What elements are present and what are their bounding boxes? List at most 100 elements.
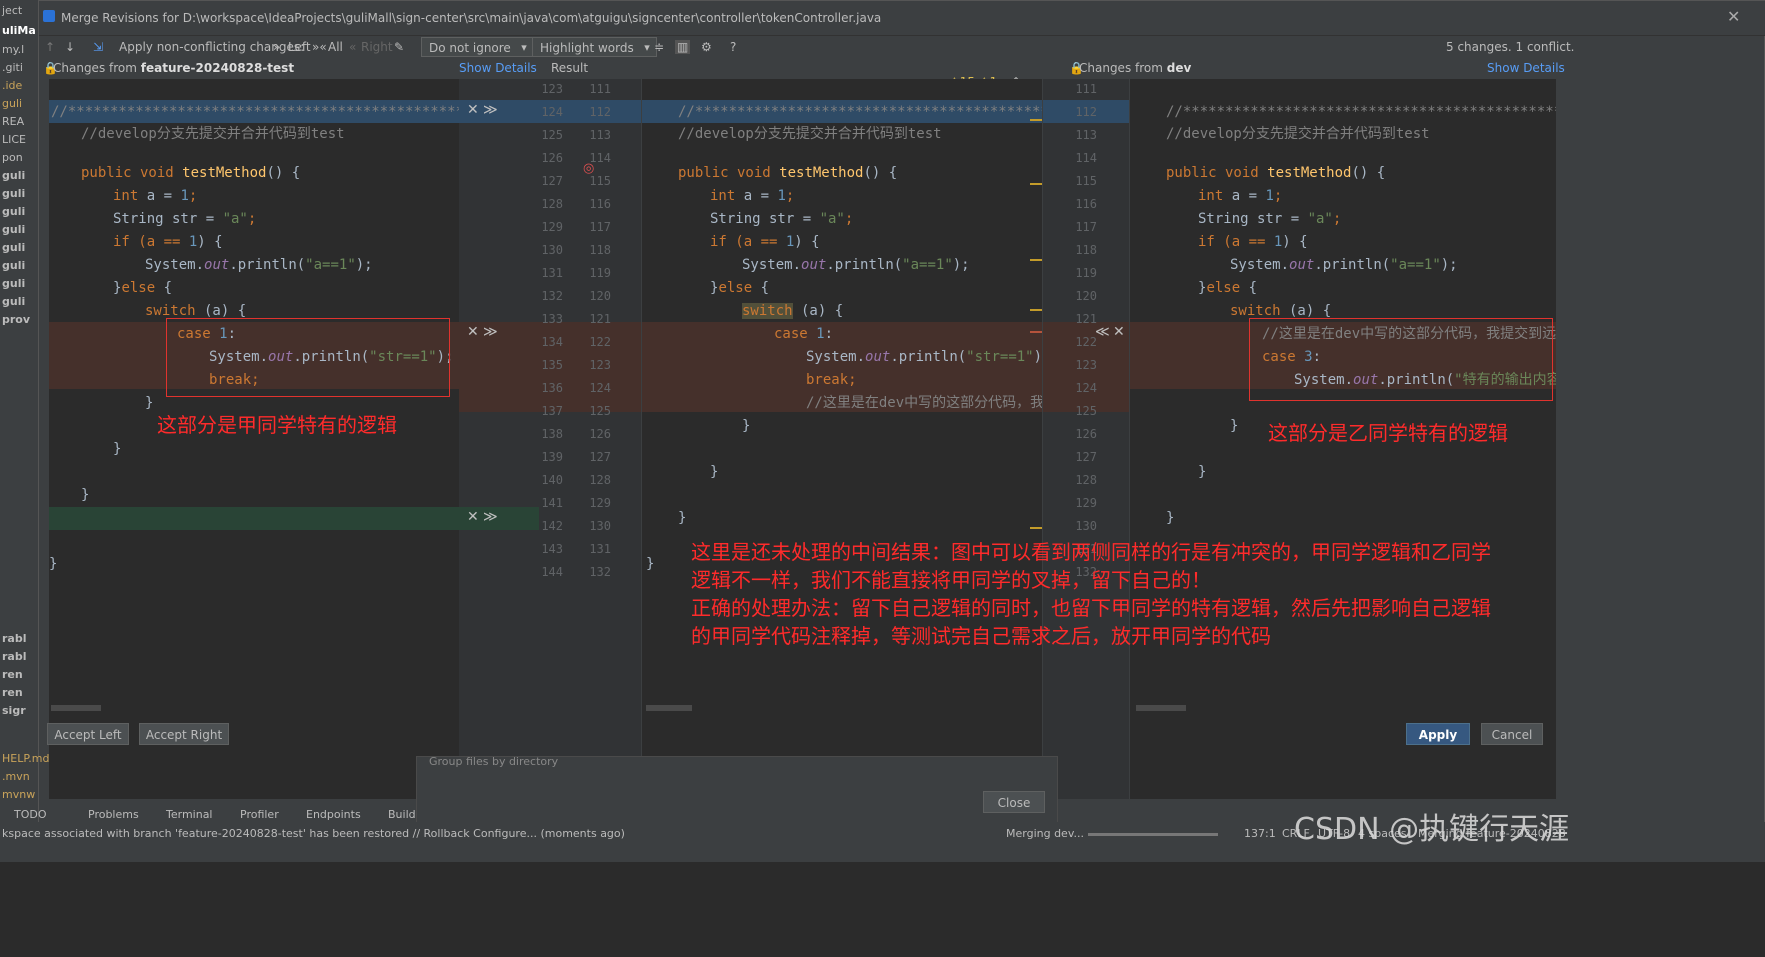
left-editor-pane[interactable]: //**************************************… <box>49 79 459 799</box>
project-tree-item[interactable]: .mvn <box>2 770 30 783</box>
code-semicolon: ; <box>247 211 257 227</box>
close-icon[interactable]: ✕ <box>1727 7 1740 26</box>
discard-change-icon[interactable]: ✕ <box>1113 324 1125 340</box>
line-number: 112 <box>589 105 611 119</box>
result-editor-pane[interactable]: //**************************************… <box>642 79 1042 799</box>
project-tree-item[interactable]: rabl <box>2 650 27 663</box>
code-keyword: int <box>113 188 139 204</box>
code-text: if (a == <box>1198 234 1274 250</box>
tool-tab-problems[interactable]: Problems <box>88 808 139 821</box>
collapse-unchanged-icon[interactable]: ≑ <box>654 40 664 54</box>
project-tree-item[interactable]: ren <box>2 686 23 699</box>
accept-change-icon[interactable]: ≪ <box>1095 324 1110 340</box>
project-tree-item[interactable]: guli <box>2 223 25 236</box>
apply-left-button[interactable]: Left <box>288 40 311 54</box>
group-files-checkbox[interactable]: Group files by directory <box>429 755 558 768</box>
change-marker <box>1030 183 1042 185</box>
project-tree-item[interactable]: ject <box>2 4 22 17</box>
code-semicolon: ; <box>844 211 854 227</box>
ignore-whitespace-select[interactable]: Do not ignore <box>421 37 534 58</box>
horizontal-scrollbar[interactable] <box>1136 705 1186 711</box>
arrow-down-icon[interactable]: ↓ <box>65 40 75 54</box>
highlight-words-select[interactable]: Highlight words <box>532 37 657 58</box>
arrow-up-icon[interactable]: ↑ <box>45 40 55 54</box>
code-keyword: switch <box>145 303 196 319</box>
accept-change-icon[interactable]: ≫ <box>483 509 498 525</box>
apply-all-icon[interactable]: »« <box>312 40 327 54</box>
code-semicolon: ; <box>1332 211 1342 227</box>
line-number: 128 <box>589 473 611 487</box>
caret-position[interactable]: 137:1 <box>1244 827 1276 840</box>
tool-tab-todo[interactable]: TODO <box>14 808 47 821</box>
discard-change-icon[interactable]: ✕ <box>467 324 479 340</box>
project-tree-item[interactable]: rabl <box>2 632 27 645</box>
project-tree-item[interactable]: LICE <box>2 133 26 146</box>
project-tree-item[interactable]: guli <box>2 241 25 254</box>
code-text: a = <box>735 188 778 204</box>
side-by-side-icon[interactable]: ▥ <box>675 40 691 54</box>
apply-right-button[interactable]: Right <box>361 40 393 54</box>
horizontal-scrollbar[interactable] <box>51 705 101 711</box>
apply-left-icon[interactable]: » <box>273 40 280 54</box>
left-pane-prefix: Changes from <box>53 61 141 75</box>
horizontal-scrollbar[interactable] <box>646 705 692 711</box>
apply-button[interactable]: Apply <box>1406 723 1470 745</box>
accept-change-icon[interactable]: ≫ <box>483 324 498 340</box>
project-tree-item[interactable]: prov <box>2 313 30 326</box>
project-tree-item[interactable]: mvnw <box>2 788 35 801</box>
accept-right-button[interactable]: Accept Right <box>139 723 229 745</box>
left-branch-name: feature-20240828-test <box>140 61 295 75</box>
project-tree-item[interactable]: sigr <box>2 704 26 717</box>
line-number: 129 <box>541 220 563 234</box>
discard-change-icon[interactable]: ✕ <box>467 102 479 118</box>
apply-all-button[interactable]: All <box>328 40 343 54</box>
magic-wand-icon[interactable]: ✎ <box>394 40 404 54</box>
right-editor-pane[interactable]: //**************************************… <box>1130 79 1556 799</box>
gear-icon[interactable]: ⚙ <box>701 40 712 54</box>
line-number: 122 <box>1075 335 1097 349</box>
project-tree-item[interactable]: guli <box>2 205 25 218</box>
close-button[interactable]: Close <box>983 791 1045 813</box>
project-tree-item[interactable]: REA <box>2 115 24 128</box>
change-marker <box>1030 259 1042 261</box>
tool-tab-profiler[interactable]: Profiler <box>240 808 279 821</box>
magic-resolve-icon[interactable]: ⇲ <box>93 40 103 54</box>
code-string: "a==1" <box>902 257 953 273</box>
code-semicolon: ; <box>848 372 857 388</box>
project-tree-item[interactable]: .giti <box>2 61 23 74</box>
bottom-area <box>0 862 1765 957</box>
accept-change-icon[interactable]: ≫ <box>483 102 498 118</box>
pane-headers: 🔒 Changes from feature-20240828-test Sho… <box>39 59 1765 89</box>
show-details-left-link[interactable]: Show Details <box>459 61 537 75</box>
line-number: 113 <box>1075 128 1097 142</box>
line-number: 132 <box>541 289 563 303</box>
project-tree-item[interactable]: guli <box>2 277 25 290</box>
code-text: () { <box>266 165 301 181</box>
code-string: "a" <box>819 211 845 227</box>
tool-tab-endpoints[interactable]: Endpoints <box>306 808 361 821</box>
project-tree-item[interactable]: guli <box>2 97 22 110</box>
project-tree-item[interactable]: guli <box>2 259 25 272</box>
tool-tab-terminal[interactable]: Terminal <box>166 808 213 821</box>
line-number: 123 <box>589 358 611 372</box>
project-tree-item[interactable]: uliMa <box>2 24 36 37</box>
intellij-logo-icon <box>43 10 55 22</box>
apply-right-icon[interactable]: « <box>349 40 356 54</box>
tool-tab-build[interactable]: Build <box>388 808 416 821</box>
project-tree-item[interactable]: pon <box>2 151 23 164</box>
code-comment: //这里是在dev中写的这部分代码，我提 <box>806 395 1042 411</box>
project-tree-item[interactable]: guli <box>2 187 25 200</box>
cancel-button[interactable]: Cancel <box>1481 723 1543 745</box>
project-tree-item[interactable]: guli <box>2 169 25 182</box>
project-tree-item[interactable]: guli <box>2 295 25 308</box>
project-tree-item[interactable]: my.l <box>2 43 24 56</box>
show-details-right-link[interactable]: Show Details <box>1487 61 1565 75</box>
accept-left-button[interactable]: Accept Left <box>47 723 129 745</box>
project-tree-item[interactable]: .ide <box>2 79 22 92</box>
project-tree-item[interactable]: ren <box>2 668 23 681</box>
code-semicolon: ; <box>1273 188 1283 204</box>
line-number: 137 <box>541 404 563 418</box>
discard-change-icon[interactable]: ✕ <box>467 509 479 525</box>
help-icon[interactable]: ? <box>730 40 736 54</box>
project-tree-item[interactable]: HELP.md <box>2 752 49 765</box>
